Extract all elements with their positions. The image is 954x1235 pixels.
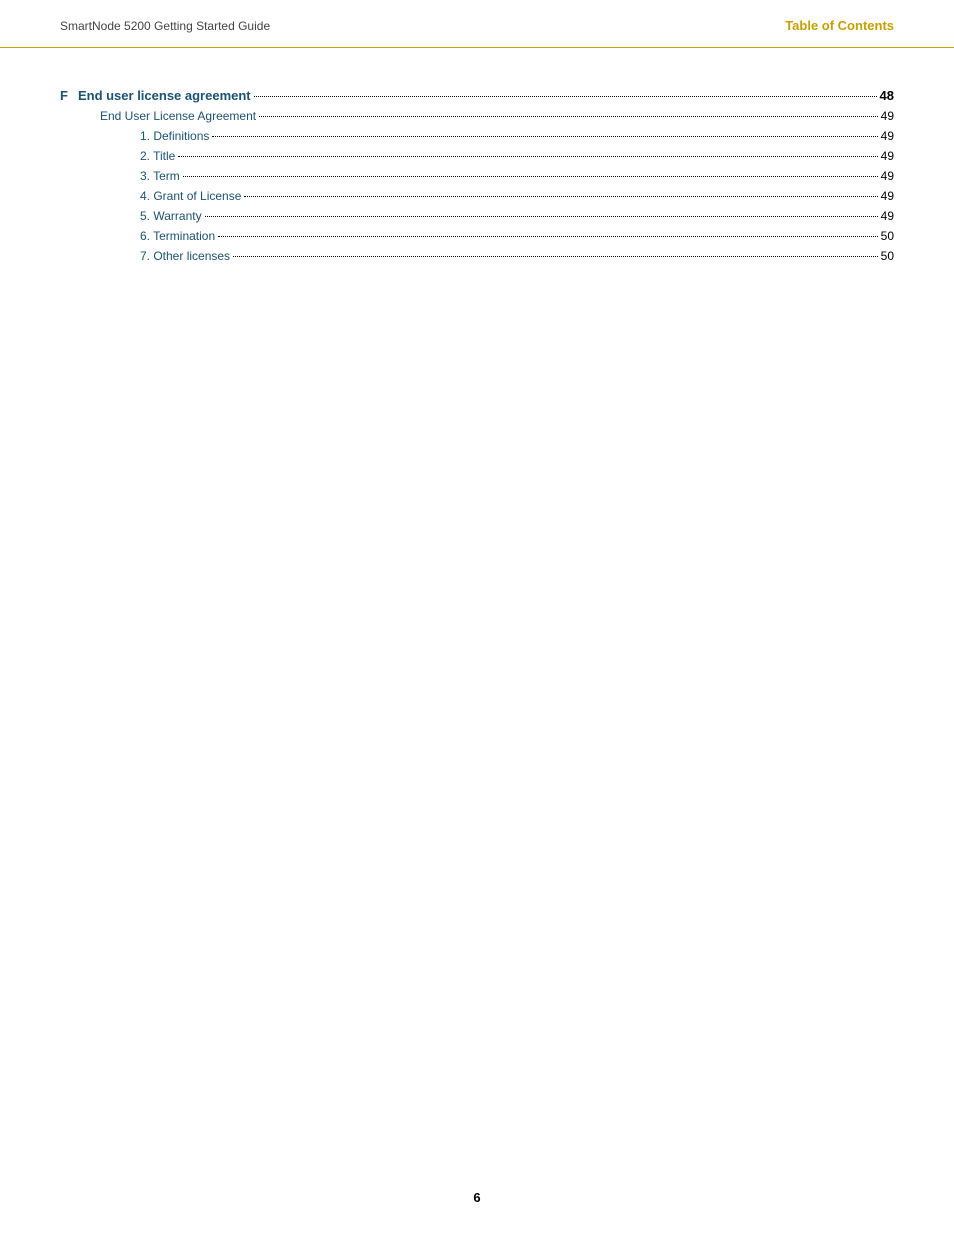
toc-page-termination: 50 (881, 229, 894, 243)
toc-label-title[interactable]: 2. Title (140, 149, 175, 163)
toc-text-f: End user license agreement (78, 88, 251, 103)
toc-section-f: F End user license agreement 48 (60, 88, 894, 103)
toc-page-eula: 49 (881, 109, 894, 123)
toc-row-grant: 4. Grant of License 49 (140, 189, 894, 203)
toc-page-grant: 49 (881, 189, 894, 203)
toc-label-eula[interactable]: End User License Agreement (100, 109, 256, 123)
toc-dots-grant (244, 196, 877, 197)
toc-label-definitions[interactable]: 1. Definitions (140, 129, 209, 143)
toc-label-grant[interactable]: 4. Grant of License (140, 189, 241, 203)
toc-section-term: 3. Term 49 (60, 169, 894, 183)
page-wrapper: SmartNode 5200 Getting Started Guide Tab… (0, 0, 954, 1235)
toc-label-warranty[interactable]: 5. Warranty (140, 209, 202, 223)
toc-dots-term (183, 176, 878, 177)
toc-row-title: 2. Title 49 (140, 149, 894, 163)
toc-row-f: F End user license agreement 48 (60, 88, 894, 103)
toc-row-warranty: 5. Warranty 49 (140, 209, 894, 223)
toc-prefix-f: F (60, 88, 68, 103)
toc-label-other-licenses[interactable]: 7. Other licenses (140, 249, 230, 263)
toc-dots-warranty (205, 216, 878, 217)
toc-section-eula: End User License Agreement 49 (60, 109, 894, 123)
toc-page-definitions: 49 (881, 129, 894, 143)
toc-section-other-licenses: 7. Other licenses 50 (60, 249, 894, 263)
toc-row-eula: End User License Agreement 49 (100, 109, 894, 123)
toc-section-title: 2. Title 49 (60, 149, 894, 163)
toc-row-definitions: 1. Definitions 49 (140, 129, 894, 143)
page-header: SmartNode 5200 Getting Started Guide Tab… (0, 0, 954, 48)
toc-dots-definitions (212, 136, 877, 137)
toc-section-warranty: 5. Warranty 49 (60, 209, 894, 223)
toc-dots-eula (259, 116, 878, 117)
toc-section-termination: 6. Termination 50 (60, 229, 894, 243)
toc-label-f[interactable]: F End user license agreement (60, 88, 251, 103)
toc-dots-f (254, 96, 877, 97)
toc-label-termination[interactable]: 6. Termination (140, 229, 215, 243)
toc-row-termination: 6. Termination 50 (140, 229, 894, 243)
toc-content: F End user license agreement 48 End User … (0, 48, 954, 309)
toc-row-term: 3. Term 49 (140, 169, 894, 183)
toc-dots-title (178, 156, 877, 157)
toc-label-term[interactable]: 3. Term (140, 169, 180, 183)
toc-page-warranty: 49 (881, 209, 894, 223)
toc-section-definitions: 1. Definitions 49 (60, 129, 894, 143)
guide-title: SmartNode 5200 Getting Started Guide (60, 19, 270, 33)
toc-section-grant: 4. Grant of License 49 (60, 189, 894, 203)
toc-row-other-licenses: 7. Other licenses 50 (140, 249, 894, 263)
page-footer: 6 (0, 1190, 954, 1205)
toc-heading: Table of Contents (785, 18, 894, 33)
page-number: 6 (473, 1190, 480, 1205)
toc-page-term: 49 (881, 169, 894, 183)
toc-page-other-licenses: 50 (881, 249, 894, 263)
toc-dots-termination (218, 236, 877, 237)
toc-page-f: 48 (880, 88, 894, 103)
toc-dots-other-licenses (233, 256, 878, 257)
toc-page-title: 49 (881, 149, 894, 163)
